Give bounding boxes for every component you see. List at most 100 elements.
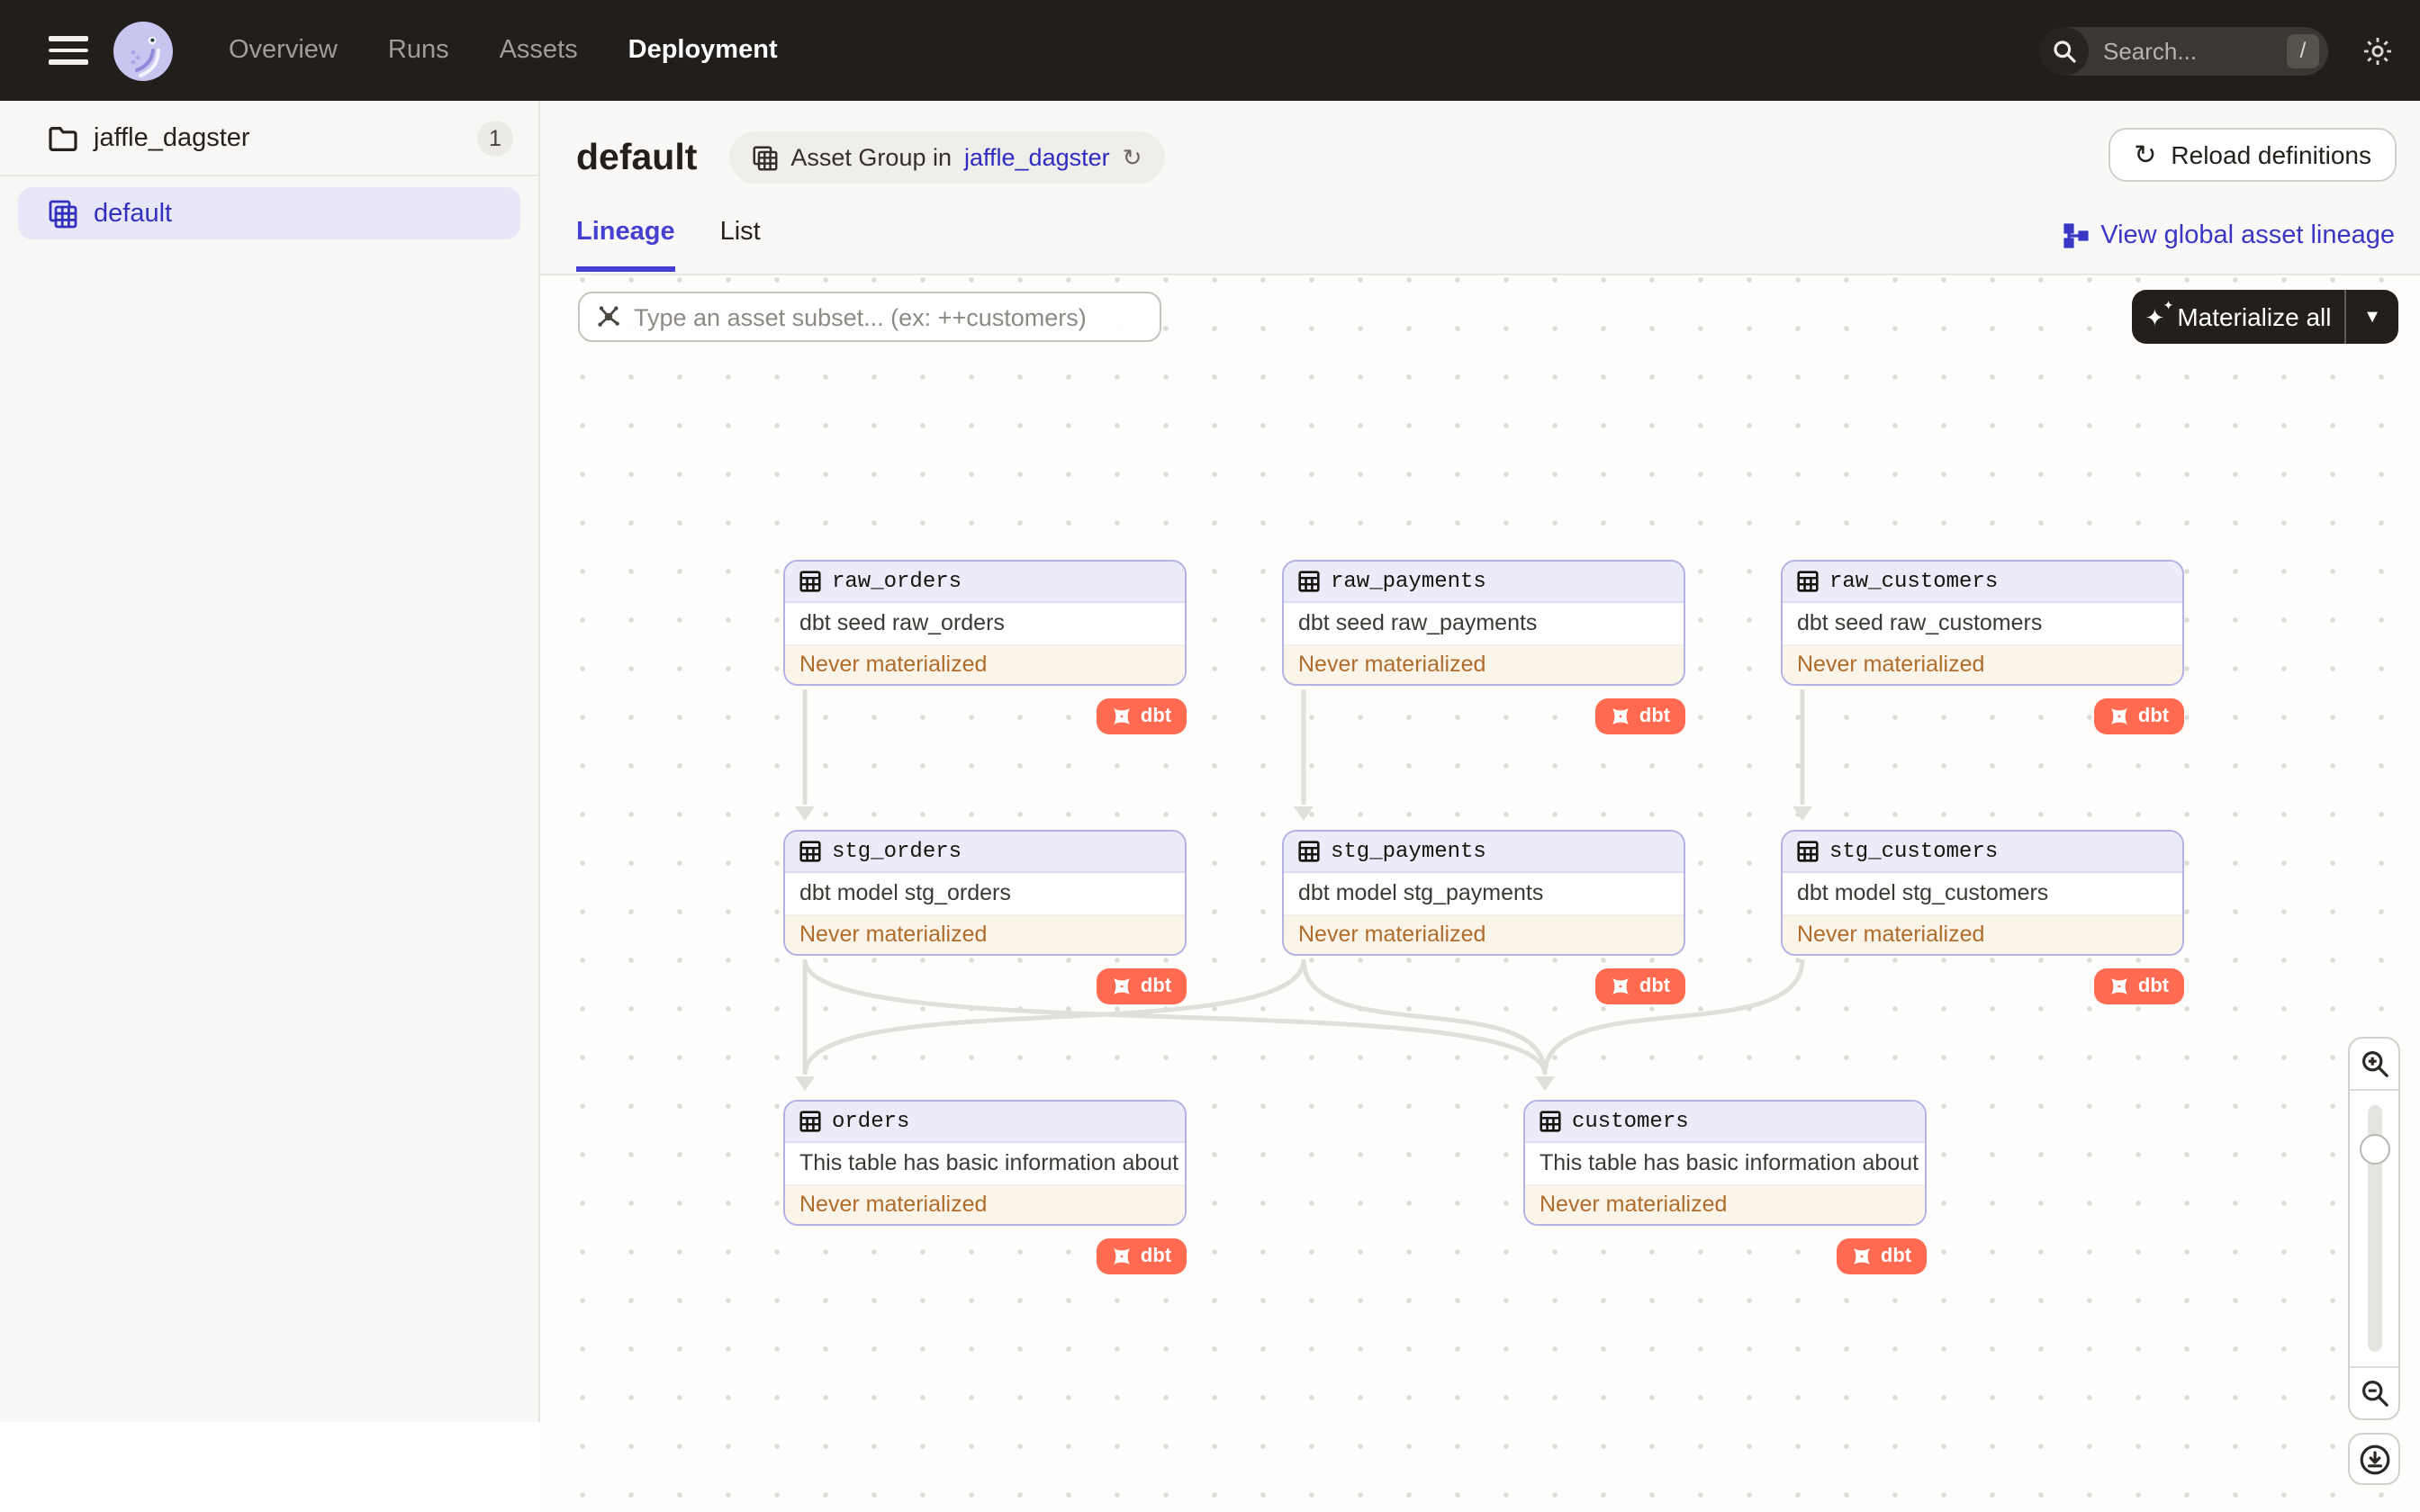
nav-item-runs[interactable]: Runs: [388, 36, 449, 65]
asset-status: Never materialized: [1525, 1185, 1925, 1223]
reload-definitions-button[interactable]: ↻ Reload definitions: [2108, 128, 2397, 182]
sidebar-item-group-default[interactable]: default: [18, 187, 520, 239]
group-count-badge: 1: [477, 120, 513, 156]
asset-name: orders: [832, 1109, 910, 1134]
tab-list[interactable]: List: [720, 218, 761, 272]
asset-node-header: stg_payments: [1284, 832, 1684, 873]
compute-kind-badge-dbt: dbt: [1097, 968, 1187, 1004]
sidebar-item-code-location[interactable]: jaffle_dagster 1: [0, 101, 538, 176]
table-icon: [1797, 571, 1819, 592]
asset-node-stg_customers[interactable]: stg_customersdbt model stg_customers Neve…: [1781, 830, 2184, 956]
search-shortcut-key: /: [2287, 33, 2319, 68]
asset-node-raw_orders[interactable]: raw_ordersdbt seed raw_orders Never mater…: [783, 560, 1187, 686]
table-icon: [1797, 841, 1819, 862]
asset-node-customers[interactable]: customers This table has basic informatio…: [1523, 1100, 1927, 1226]
nav-links: Overview Runs Assets Deployment: [229, 36, 778, 65]
materialize-all-button[interactable]: ✦ Materialize all ▼: [2132, 290, 2398, 344]
dagster-app: Overview Runs Assets Deployment Search... /…: [0, 0, 2420, 1512]
asset-node-header: raw_payments: [1284, 562, 1684, 603]
compute-kind-badge-dbt: dbt: [1837, 1238, 1927, 1274]
nav-item-overview[interactable]: Overview: [229, 36, 338, 65]
asset-name: stg_orders: [832, 839, 962, 864]
asset-node-header: stg_customers: [1783, 832, 2182, 873]
asset-node-header: raw_customers: [1783, 562, 2182, 603]
code-location-link[interactable]: jaffle_dagster: [964, 144, 1110, 171]
table-icon: [799, 841, 821, 862]
zoom-slider-handle[interactable]: [2359, 1134, 2389, 1165]
view-global-asset-lineage-link[interactable]: View global asset lineage: [2063, 221, 2395, 250]
asset-node-stg_payments[interactable]: stg_paymentsdbt model stg_payments Never …: [1282, 830, 1685, 956]
asset-status: Never materialized: [1783, 645, 2182, 683]
page-title: default: [576, 136, 698, 177]
dbt-logo-icon: [1114, 978, 1131, 994]
menu-icon[interactable]: [49, 36, 88, 65]
dbt-logo-icon: [2111, 978, 2128, 994]
zoom-in-button[interactable]: [2350, 1039, 2398, 1089]
tab-lineage[interactable]: Lineage: [576, 218, 675, 272]
zoom-controls: [2348, 1037, 2400, 1420]
sparkle-icon: ✦: [2145, 300, 2174, 328]
asset-subset-input[interactable]: Type an asset subset... (ex: ++customers…: [578, 292, 1161, 342]
asset-selection-icon: [598, 306, 619, 327]
table-icon: [799, 571, 821, 592]
lineage-graph-icon: [2063, 223, 2088, 248]
compute-kind-badge-dbt: dbt: [1097, 698, 1187, 734]
asset-group-badge: Asset Group in jaffle_dagster ↻: [729, 131, 1166, 184]
nav-item-assets[interactable]: Assets: [500, 36, 578, 65]
asset-description: dbt model stg_customers: [1783, 873, 2182, 915]
asset-node-stg_orders[interactable]: stg_ordersdbt model stg_orders Never mate…: [783, 830, 1187, 956]
asset-node-orders[interactable]: orders This table has basic information a…: [783, 1100, 1187, 1226]
download-image-button[interactable]: [2348, 1433, 2400, 1485]
asset-node-header: raw_orders: [785, 562, 1185, 603]
asset-group-icon: [49, 199, 77, 228]
nav-item-deployment[interactable]: Deployment: [628, 36, 778, 65]
asset-name: raw_orders: [832, 569, 962, 594]
asset-description: dbt model stg_orders: [785, 873, 1185, 915]
asset-node-header: orders: [785, 1102, 1185, 1143]
asset-node-header: customers: [1525, 1102, 1925, 1143]
asset-status: Never materialized: [785, 645, 1185, 683]
asset-node-raw_payments[interactable]: raw_payments dbt seed raw_payments Never m…: [1282, 560, 1685, 686]
group-label: default: [94, 199, 173, 228]
asset-status: Never materialized: [1284, 915, 1684, 953]
dbt-logo-icon: [1612, 978, 1630, 994]
asset-name: customers: [1572, 1109, 1689, 1134]
compute-kind-badge-dbt: dbt: [2094, 698, 2184, 734]
zoom-slider[interactable]: [2350, 1089, 2398, 1368]
asset-name: raw_payments: [1331, 569, 1486, 594]
table-icon: [753, 145, 778, 170]
search-icon: [2040, 26, 2089, 75]
asset-status: Never materialized: [785, 1185, 1185, 1223]
compute-kind-badge-dbt: dbt: [2094, 968, 2184, 1004]
badge-prefix: Asset Group in: [790, 144, 952, 171]
main-header: default Asset Group in jaffle_dagster ↻ …: [540, 101, 2420, 275]
reload-icon: ↻: [2134, 140, 2157, 170]
materialize-dropdown-caret[interactable]: ▼: [2344, 290, 2398, 344]
dagster-logo-icon[interactable]: [113, 21, 173, 80]
compute-kind-badge-dbt: dbt: [1595, 968, 1685, 1004]
asset-description: dbt model stg_payments: [1284, 873, 1684, 915]
asset-node-raw_customers[interactable]: raw_customersdbt seed raw_customers Never…: [1781, 560, 2184, 686]
dbt-logo-icon: [1612, 708, 1630, 724]
search-input[interactable]: Search... /: [2040, 26, 2328, 75]
asset-name: raw_customers: [1829, 569, 1999, 594]
asset-description: dbt seed raw_orders: [785, 603, 1185, 645]
lineage-canvas[interactable]: raw_orders dbt seed raw_orders Never mater…: [540, 275, 2420, 1512]
asset-name: stg_customers: [1829, 839, 1999, 864]
table-icon: [1298, 841, 1320, 862]
asset-description: dbt seed raw_customers: [1783, 603, 2182, 645]
table-icon: [799, 1111, 821, 1132]
refresh-icon[interactable]: ↻: [1123, 146, 1142, 169]
tab-bar: Lineage List: [576, 218, 761, 272]
dbt-logo-icon: [1114, 1248, 1131, 1264]
asset-status: Never materialized: [785, 915, 1185, 953]
sidebar: jaffle_dagster 1 default jaffle_dagster …: [0, 101, 540, 1422]
settings-gear-icon[interactable]: [2361, 33, 2395, 68]
dbt-logo-icon: [1114, 708, 1131, 724]
asset-status: Never materialized: [1783, 915, 2182, 953]
zoom-out-button[interactable]: [2350, 1368, 2398, 1418]
folder-icon: [49, 126, 77, 150]
asset-description: dbt seed raw_payments: [1284, 603, 1684, 645]
asset-subset-placeholder: Type an asset subset... (ex: ++customers…: [634, 303, 1087, 330]
asset-name: stg_payments: [1331, 839, 1486, 864]
